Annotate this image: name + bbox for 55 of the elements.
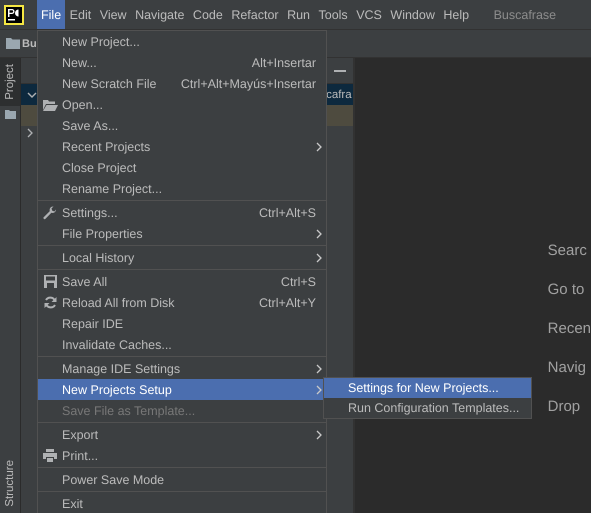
menu-entry[interactable]: Close Project <box>38 157 326 178</box>
menu-entry[interactable]: Open... <box>38 94 326 115</box>
editor-hint: Navig <box>548 358 587 377</box>
reload-icon <box>44 296 56 309</box>
printer-icon <box>43 449 57 462</box>
menu-entry[interactable]: Invalidate Caches... <box>38 334 326 355</box>
menu-entry[interactable]: New Scratch File Ctrl+Alt+Mayús+Insertar <box>38 73 326 94</box>
menu-item[interactable]: Help <box>439 0 474 29</box>
menu-entry[interactable]: Reload All from Disk Ctrl+Alt+Y <box>38 292 326 313</box>
menu-item[interactable]: Run <box>283 0 314 29</box>
folder-icon <box>42 98 58 110</box>
menu-item[interactable]: Window <box>386 0 439 29</box>
menu-entry[interactable]: Exit <box>38 493 326 513</box>
save-icon <box>44 275 56 288</box>
menu-item[interactable]: View <box>96 0 131 29</box>
menu-item[interactable]: Refactor <box>227 0 283 29</box>
menu-item[interactable]: VCS <box>352 0 386 29</box>
menu-entry[interactable]: Manage IDE Settings <box>38 358 326 379</box>
editor-hint: Searc <box>548 241 588 260</box>
editor-hint: Drop <box>548 397 582 416</box>
menu-entry[interactable]: Run Configuration Templates... <box>324 398 531 418</box>
menu-entry[interactable]: Settings... Ctrl+Alt+S <box>38 202 326 223</box>
menu-entry[interactable]: File Properties <box>38 223 326 244</box>
menu-entry[interactable]: Save As... <box>38 115 326 136</box>
menu-entry[interactable]: Local History <box>38 247 326 268</box>
editor-hint: Go to <box>548 280 586 299</box>
tree-row-text: cafra <box>326 88 353 100</box>
menu-entry[interactable]: Save All Ctrl+S <box>38 271 326 292</box>
menu-entry[interactable]: Settings for New Projects... <box>324 378 531 398</box>
menu-entry[interactable]: Export <box>38 424 326 445</box>
app-logo-icon <box>4 5 24 25</box>
tool-window-tab[interactable]: Structure <box>0 454 20 513</box>
tool-window-tab[interactable]: Project <box>0 58 20 106</box>
editor-hint: Recen <box>548 319 591 338</box>
menu-entry[interactable]: New Project... <box>38 31 326 52</box>
menu-entry[interactable]: Rename Project... <box>38 178 326 199</box>
menu-item[interactable]: Navigate <box>131 0 188 29</box>
wrench-icon <box>43 206 57 220</box>
menu-entry[interactable]: New... Alt+Insertar <box>38 52 326 73</box>
menu-entry[interactable]: Recent Projects <box>38 136 326 157</box>
menu-entry[interactable]: New Projects Setup <box>38 379 326 400</box>
chevron-right-icon[interactable] <box>27 128 33 138</box>
minimize-icon[interactable] <box>334 70 346 72</box>
folder-icon <box>6 38 20 49</box>
menu-item[interactable]: Code <box>188 0 227 29</box>
menu-item[interactable]: Tools <box>314 0 352 29</box>
chevron-down-icon[interactable] <box>27 92 37 98</box>
menu-item[interactable]: Edit <box>66 0 96 29</box>
project-title: Buscafrase <box>494 6 556 24</box>
menu-entry[interactable]: Repair IDE <box>38 313 326 334</box>
folder-icon <box>4 110 16 119</box>
menu-entry[interactable]: Print... <box>38 445 326 466</box>
breadcrumb[interactable]: Bu <box>22 38 37 50</box>
menu-item[interactable]: File <box>37 0 66 29</box>
menu-entry[interactable]: Power Save Mode <box>38 469 326 490</box>
